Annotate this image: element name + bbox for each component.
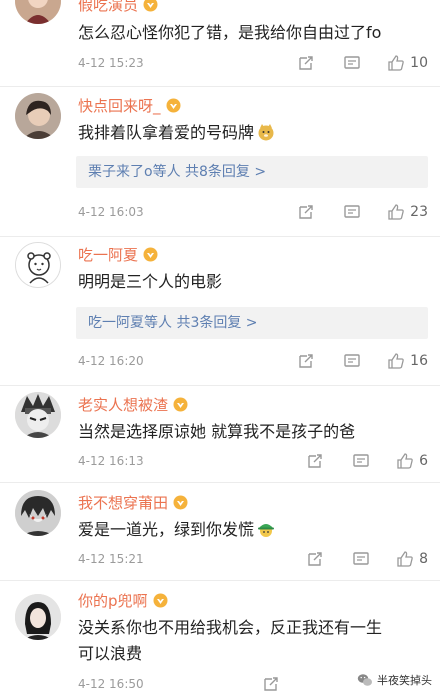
vip-badge-icon: [173, 397, 188, 412]
like-count: 23: [410, 204, 428, 220]
avatar[interactable]: [15, 93, 61, 139]
comment-meta: 4-12 15:23 10: [78, 52, 428, 74]
comment-meta: 4-12 15:21 8: [78, 548, 428, 570]
watermark: 半夜笑掉头: [357, 672, 432, 688]
divider: [0, 580, 440, 581]
avatar-ninja-icon: [15, 392, 61, 438]
avatar-portrait-icon: [15, 594, 61, 640]
share-icon[interactable]: [297, 352, 315, 370]
like-icon[interactable]: [387, 54, 405, 72]
divider: [0, 385, 440, 386]
comment-meta: 4-12 16:13 6: [78, 450, 428, 472]
avatar[interactable]: [15, 0, 61, 24]
avatar[interactable]: [15, 392, 61, 438]
comment-meta: 4-12 16:03 23: [78, 201, 428, 223]
like-count: 16: [410, 353, 428, 369]
share-icon[interactable]: [262, 675, 280, 693]
comment-username[interactable]: 我不想穿莆田: [78, 494, 188, 512]
divider: [0, 482, 440, 483]
avatar-woman-icon: [15, 0, 61, 24]
comment-text: 怎么忍心怪你犯了错，是我给你自由过了fo: [78, 23, 382, 42]
divider: [0, 236, 440, 237]
wechat-logo-icon: [357, 674, 372, 686]
vip-badge-icon: [143, 0, 158, 12]
avatar-anime-icon: [15, 490, 61, 536]
comment-text: 爱是一道光，绿到你发慌: [78, 517, 428, 543]
avatar-bear-icon: [16, 243, 60, 287]
vip-badge-icon: [173, 495, 188, 510]
share-icon[interactable]: [297, 203, 315, 221]
like-count: 8: [419, 551, 428, 567]
comment-meta: 4-12 16:20 16: [78, 350, 428, 372]
vip-badge-icon: [153, 593, 168, 608]
comment-time: 4-12 15:23: [78, 56, 144, 70]
comment-username[interactable]: 吃一阿夏: [78, 246, 158, 264]
comment-username[interactable]: 你的p兜啊: [78, 592, 168, 610]
doge-emoji-icon: [257, 123, 275, 141]
green-hat-emoji-icon: [257, 520, 275, 538]
avatar-girl-icon: [15, 93, 61, 139]
comment-username[interactable]: 老实人想被渣: [78, 396, 188, 414]
comment-username[interactable]: 假吃演员: [78, 0, 158, 14]
comment-text: 当然是选择原谅她 就算我不是孩子的爸: [78, 422, 356, 441]
avatar[interactable]: [15, 490, 61, 536]
comment-time: 4-12 16:13: [78, 454, 144, 468]
comment-username[interactable]: 快点回来呀_: [78, 97, 181, 115]
like-icon[interactable]: [387, 203, 405, 221]
comment-text: 明明是三个人的电影: [78, 272, 223, 291]
comment-icon[interactable]: [343, 203, 361, 221]
divider: [0, 86, 440, 87]
vip-badge-icon: [166, 98, 181, 113]
comment-icon[interactable]: [352, 452, 370, 470]
watermark-text: 半夜笑掉头: [377, 674, 432, 687]
like-count: 10: [410, 55, 428, 71]
comment-time: 4-12 16:50: [78, 677, 144, 691]
replies-link[interactable]: 吃一阿夏等人 共3条回复 >: [76, 307, 428, 339]
comment-text: 我排着队拿着爱的号码牌: [78, 120, 428, 146]
like-icon[interactable]: [396, 452, 414, 470]
comment-icon[interactable]: [343, 352, 361, 370]
comment-time: 4-12 15:21: [78, 552, 144, 566]
comment-icon[interactable]: [343, 54, 361, 72]
share-icon[interactable]: [306, 550, 324, 568]
comment-icon[interactable]: [352, 550, 370, 568]
like-count: 6: [419, 453, 428, 469]
vip-badge-icon: [143, 247, 158, 262]
comment-text: 没关系你也不用给我机会，反正我还有一生 可以浪费: [78, 618, 383, 663]
like-icon[interactable]: [396, 550, 414, 568]
avatar[interactable]: [15, 242, 61, 288]
share-icon[interactable]: [306, 452, 324, 470]
comment-time: 4-12 16:03: [78, 205, 144, 219]
replies-link[interactable]: 栗子来了o等人 共8条回复 >: [76, 156, 428, 188]
share-icon[interactable]: [297, 54, 315, 72]
comment-time: 4-12 16:20: [78, 354, 144, 368]
avatar[interactable]: [15, 594, 61, 640]
like-icon[interactable]: [387, 352, 405, 370]
